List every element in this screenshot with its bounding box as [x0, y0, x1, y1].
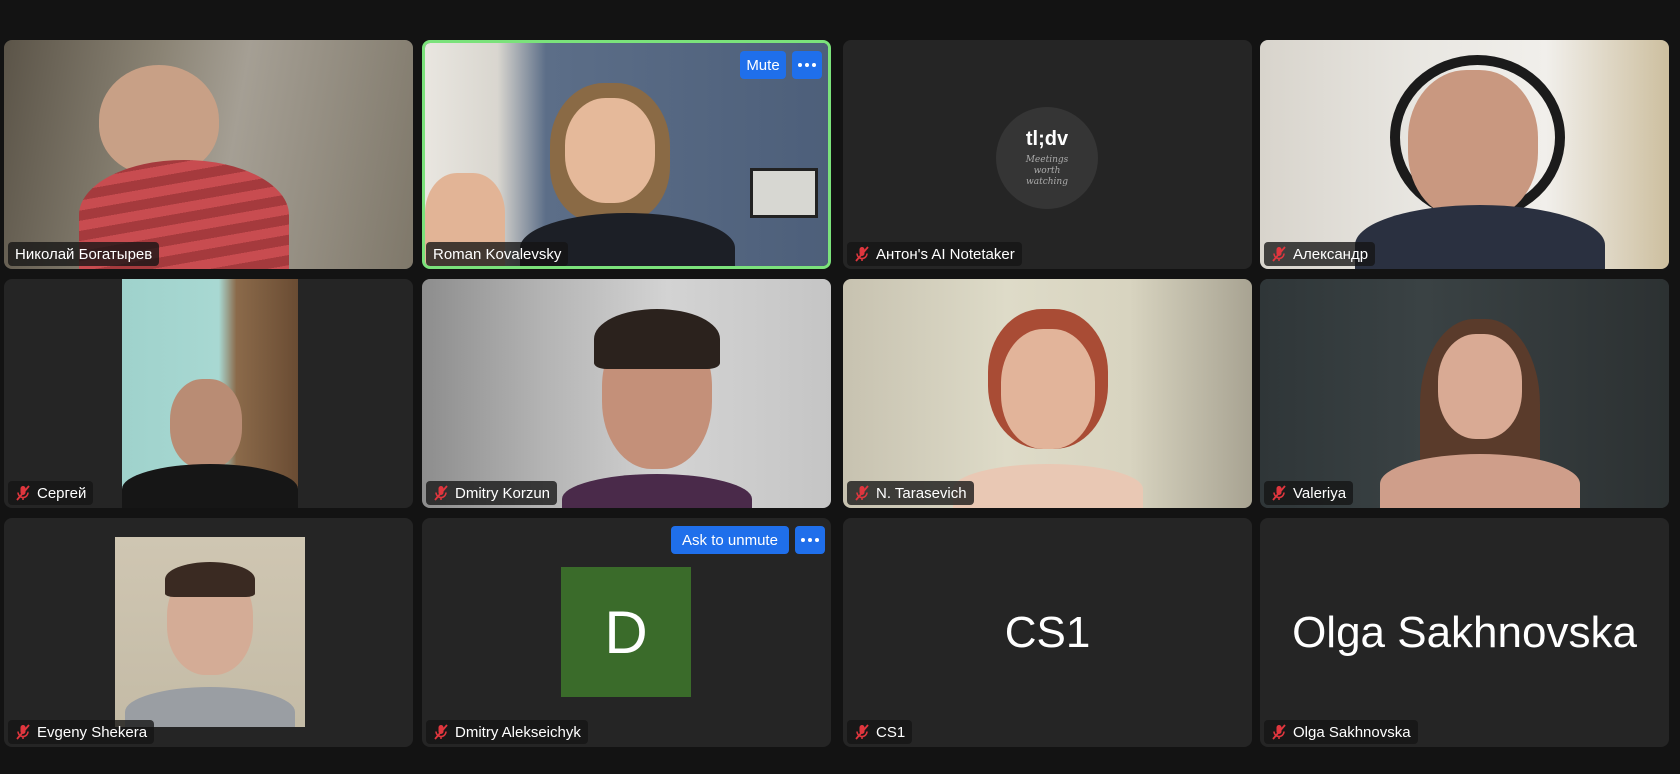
- avatar: D: [561, 567, 691, 697]
- participant-tile-cs1[interactable]: CS1 CS1: [843, 518, 1252, 747]
- face-shape: [170, 379, 242, 469]
- participant-name: Olga Sakhnovska: [1293, 723, 1411, 741]
- participant-name: Evgeny Shekera: [37, 723, 148, 741]
- participant-tile-tarasevich[interactable]: N. Tarasevich: [843, 279, 1252, 508]
- shirt-shape: [1355, 205, 1605, 269]
- participant-name-tag: Olga Sakhnovska: [1264, 720, 1418, 744]
- participant-name-tag: Valeriya: [1264, 481, 1354, 505]
- face-shape: [1438, 334, 1522, 439]
- mic-muted-icon: [433, 485, 449, 501]
- tldv-logo: tl;dv Meetings worth watching: [996, 107, 1098, 209]
- participant-video: [1260, 40, 1669, 269]
- shoulders-shape: [1380, 454, 1580, 508]
- participant-video: [115, 537, 305, 727]
- participant-name-tag: Александр: [1264, 242, 1376, 266]
- participant-name: Сергей: [37, 484, 87, 502]
- participant-name-tag: CS1: [847, 720, 913, 744]
- tldv-tagline: Meetings worth watching: [1025, 155, 1069, 187]
- participant-display-name: Olga Sakhnovska: [1292, 607, 1637, 657]
- participant-video: [122, 279, 298, 508]
- mic-muted-icon: [433, 724, 449, 740]
- shoulders-shape: [953, 464, 1143, 508]
- participant-name-tag: N. Tarasevich: [847, 481, 974, 505]
- participant-tile-nikolay[interactable]: Николай Богатырев: [4, 40, 413, 269]
- ask-to-unmute-button[interactable]: Ask to unmute: [671, 526, 789, 554]
- video-grid: Николай Богатырев Mute Roman Kovalevsky …: [4, 40, 1669, 747]
- mic-muted-icon: [854, 724, 870, 740]
- participant-name: Антон's AI Notetaker: [876, 245, 1015, 263]
- participant-name: Valeriya: [1293, 484, 1347, 502]
- mute-button[interactable]: Mute: [740, 51, 786, 79]
- more-options-button[interactable]: [795, 526, 825, 554]
- face-shape: [565, 98, 655, 203]
- participant-name: Александр: [1293, 245, 1369, 263]
- participant-tile-valeriya[interactable]: Valeriya: [1260, 279, 1669, 508]
- participant-name: CS1: [876, 723, 906, 741]
- participant-name-tag: Roman Kovalevsky: [426, 242, 569, 266]
- participant-name-tag: Dmitry Korzun: [426, 481, 558, 505]
- mic-muted-icon: [1271, 485, 1287, 501]
- participant-name: Dmitry Korzun: [455, 484, 551, 502]
- participant-tile-dmitry-korzun[interactable]: Dmitry Korzun: [422, 279, 831, 508]
- participant-video: [843, 279, 1252, 508]
- participant-tile-alexandr[interactable]: Александр: [1260, 40, 1669, 269]
- participant-name-tag: Evgeny Shekera: [8, 720, 155, 744]
- more-options-button[interactable]: [792, 51, 822, 79]
- hair-shape: [165, 562, 255, 597]
- participant-name: Roman Kovalevsky: [433, 245, 562, 263]
- mic-muted-icon: [15, 724, 31, 740]
- person-silhouette: [99, 65, 219, 175]
- participant-name: Dmitry Alekseichyk: [455, 723, 581, 741]
- mic-muted-icon: [854, 246, 870, 262]
- face-shape: [1001, 329, 1095, 449]
- participant-tile-roman[interactable]: Mute Roman Kovalevsky: [422, 40, 831, 269]
- tldv-logo-text: tl;dv: [1025, 128, 1069, 150]
- mic-muted-icon: [15, 485, 31, 501]
- participant-name: Николай Богатырев: [15, 245, 153, 263]
- participant-video: [1260, 279, 1669, 508]
- mic-muted-icon: [1271, 724, 1287, 740]
- shirt-shape: [562, 474, 752, 508]
- participant-name-tag: Сергей: [8, 481, 94, 505]
- participant-video: [4, 40, 413, 269]
- shirt-shape: [122, 464, 298, 508]
- face-shape: [1408, 70, 1538, 220]
- participant-name: N. Tarasevich: [876, 484, 967, 502]
- wall-picture: [750, 168, 818, 218]
- participant-tile-notetaker[interactable]: tl;dv Meetings worth watching Антон's AI…: [843, 40, 1252, 269]
- participant-video: [422, 279, 831, 508]
- participant-tile-dmitry-alekseichyk[interactable]: D Ask to unmute Dmitry Alekseichyk: [422, 518, 831, 747]
- participant-display-name: CS1: [1004, 607, 1091, 657]
- mic-muted-icon: [1271, 246, 1287, 262]
- hair-shape: [594, 309, 720, 369]
- participant-name-tag: Dmitry Alekseichyk: [426, 720, 588, 744]
- participant-tile-sergey[interactable]: Сергей: [4, 279, 413, 508]
- participant-tile-evgeny[interactable]: Evgeny Shekera: [4, 518, 413, 747]
- participant-name-tag: Антон's AI Notetaker: [847, 242, 1022, 266]
- participant-tile-olga[interactable]: Olga Sakhnovska Olga Sakhnovska: [1260, 518, 1669, 747]
- participant-name-tag: Николай Богатырев: [8, 242, 160, 266]
- mic-muted-icon: [854, 485, 870, 501]
